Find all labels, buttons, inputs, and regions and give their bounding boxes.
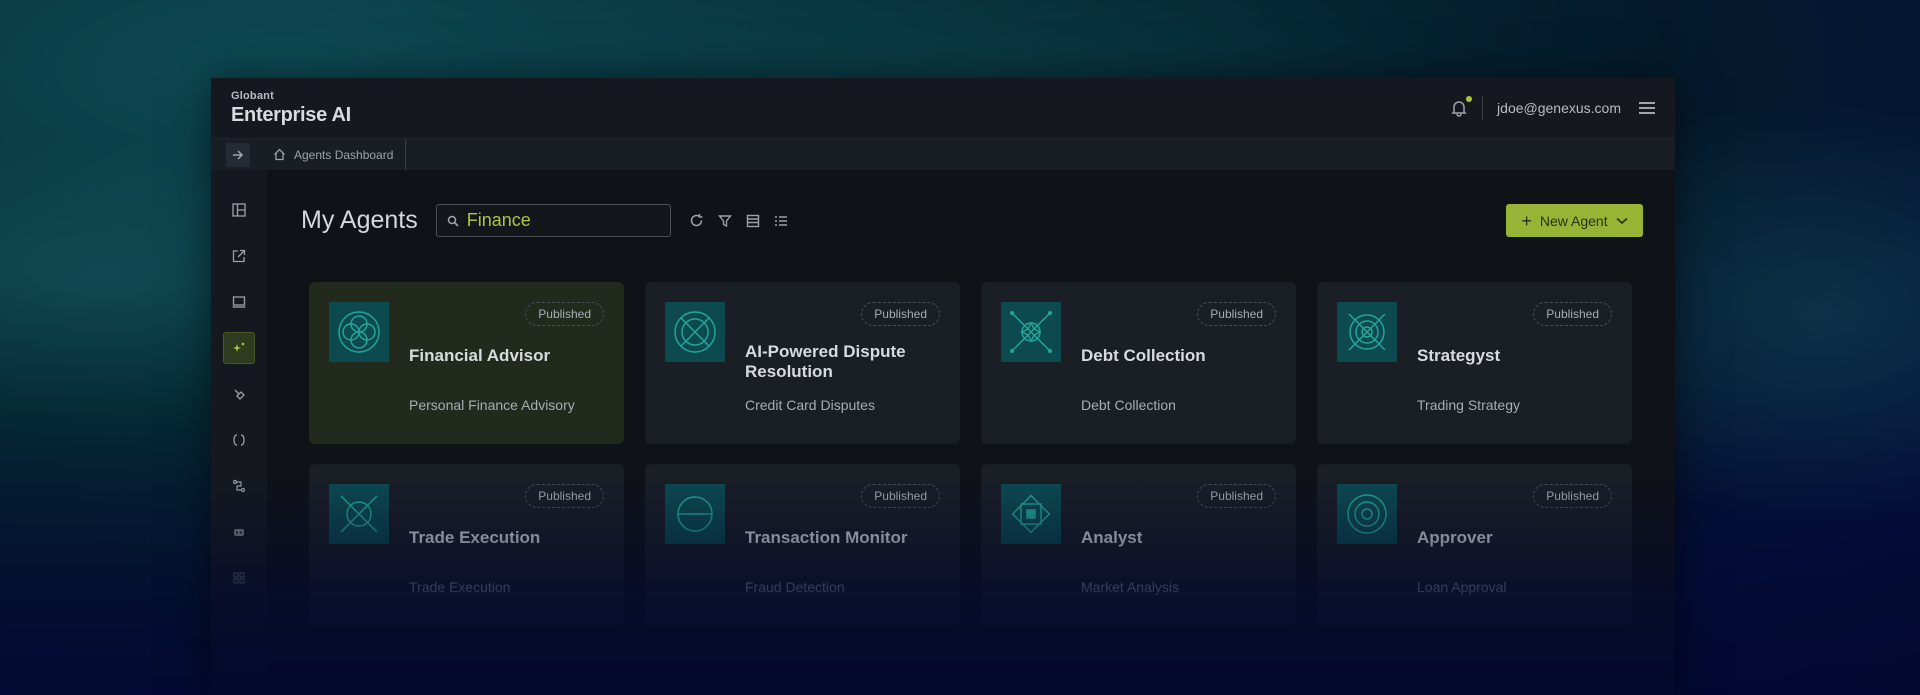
- notification-dot: [1466, 96, 1473, 102]
- chevron-down-icon: [1616, 217, 1628, 224]
- status-badge: Published: [525, 484, 604, 508]
- app-window: Globant Enterprise AI jdoe@genexus.com A…: [211, 78, 1675, 695]
- dashboard-icon: [232, 203, 246, 217]
- card-subtitle: Personal Finance Advisory: [409, 397, 575, 413]
- sidebar-item-monitor[interactable]: [223, 286, 255, 318]
- card-title: AI-Powered Dispute Resolution: [745, 342, 906, 381]
- card-subtitle: Trade Execution: [409, 579, 511, 595]
- sidebar-item-external[interactable]: [223, 240, 255, 272]
- agent-card[interactable]: Published AI-Powered Dispute Resolution …: [645, 282, 960, 444]
- card-subtitle: Trading Strategy: [1417, 397, 1520, 413]
- refresh-icon[interactable]: [689, 213, 705, 229]
- page-title: My Agents: [301, 206, 418, 234]
- search-box[interactable]: [435, 204, 671, 237]
- status-badge: Published: [1197, 484, 1276, 508]
- agent-card[interactable]: Published Strategyst Trading Strategy: [1317, 282, 1632, 444]
- card-title: Transaction Monitor: [745, 528, 908, 547]
- sidebar-item-tools[interactable]: [223, 378, 255, 410]
- search-input[interactable]: [466, 210, 647, 231]
- sidebar-item-more[interactable]: [223, 562, 255, 594]
- bell-icon[interactable]: [1450, 96, 1473, 117]
- concentric-icon: [1337, 484, 1397, 544]
- agents-grid: Published Financial Advisor Personal Fin…: [309, 282, 1632, 626]
- brand-company: Globant: [231, 90, 274, 102]
- monitor-icon: [232, 296, 246, 308]
- agent-card[interactable]: Published Transaction Monitor Fraud Dete…: [645, 464, 960, 626]
- spiral-icon: [665, 484, 725, 544]
- brand-logo: Globant Enterprise AI: [231, 90, 351, 126]
- card-subtitle: Credit Card Disputes: [745, 397, 875, 413]
- user-email[interactable]: jdoe@genexus.com: [1497, 100, 1621, 116]
- brand-product: Enterprise AI: [231, 104, 351, 126]
- grid-icon: [233, 572, 245, 584]
- star-cross-icon: [1001, 302, 1061, 362]
- filter-icon[interactable]: [717, 213, 733, 229]
- menu-icon[interactable]: [1639, 102, 1655, 114]
- agent-card[interactable]: Published Analyst Market Analysis: [981, 464, 1296, 626]
- tools-icon: [234, 389, 245, 400]
- sidebar-item-code[interactable]: [223, 424, 255, 456]
- status-badge: Published: [1533, 484, 1612, 508]
- agent-card[interactable]: Published Trade Execution Trade Executio…: [309, 464, 624, 626]
- home-icon: [274, 148, 285, 161]
- status-badge: Published: [861, 302, 940, 326]
- expand-sidebar-button[interactable]: [226, 142, 250, 167]
- arrow-right-icon: [233, 149, 244, 160]
- breadcrumb-label: Agents Dashboard: [294, 147, 394, 162]
- card-subtitle: Market Analysis: [1081, 579, 1180, 595]
- sidebar-item-flows[interactable]: [223, 470, 255, 502]
- external-link-icon: [232, 249, 246, 263]
- card-title: Analyst: [1081, 528, 1143, 547]
- card-title: Trade Execution: [409, 528, 541, 547]
- card-subtitle: Loan Approval: [1417, 579, 1507, 595]
- card-title: Financial Advisor: [409, 346, 551, 365]
- card-subtitle: Debt Collection: [1081, 397, 1176, 413]
- status-badge: Published: [525, 302, 604, 326]
- code-brackets-icon: [233, 434, 245, 446]
- breadcrumb-bar: Agents Dashboard: [211, 138, 1675, 171]
- chip-icon: [1001, 484, 1061, 544]
- plus-icon: +: [1521, 210, 1532, 231]
- breadcrumb[interactable]: Agents Dashboard: [273, 138, 407, 171]
- toolbar: My Agents + New: [301, 204, 1643, 237]
- divider: [1482, 96, 1484, 120]
- cross-arrows-icon: [329, 484, 389, 544]
- search-icon: [447, 215, 459, 227]
- main-content: My Agents + New: [267, 170, 1675, 695]
- flow-icon: [232, 479, 246, 493]
- target-cross-icon: [1337, 302, 1397, 362]
- new-agent-label: New Agent: [1539, 212, 1608, 229]
- list-view-icon[interactable]: [773, 213, 789, 229]
- sidebar-item-dashboard[interactable]: [223, 194, 255, 226]
- top-bar: Globant Enterprise AI jdoe@genexus.com: [211, 78, 1675, 138]
- agent-card[interactable]: Published Financial Advisor Personal Fin…: [309, 282, 624, 444]
- card-title: Debt Collection: [1081, 346, 1206, 365]
- card-subtitle: Fraud Detection: [745, 579, 845, 595]
- status-badge: Published: [861, 484, 940, 508]
- status-badge: Published: [1533, 302, 1612, 326]
- sidebar-item-agents[interactable]: [223, 332, 255, 364]
- card-title: Strategyst: [1417, 346, 1501, 365]
- agents-sparkle-icon: [233, 342, 245, 352]
- new-agent-button[interactable]: + New Agent: [1506, 204, 1643, 237]
- status-badge: Published: [1197, 302, 1276, 326]
- sidebar: [211, 170, 267, 695]
- agent-card[interactable]: Published Debt Collection Debt Collectio…: [981, 282, 1296, 444]
- card-title: Approver: [1417, 528, 1493, 547]
- rings-icon: [329, 302, 389, 362]
- card-view-icon[interactable]: [745, 213, 761, 229]
- agent-card[interactable]: Published Approver Loan Approval: [1317, 464, 1632, 626]
- crossed-circle-icon: [665, 302, 725, 362]
- sidebar-item-assistants[interactable]: [223, 516, 255, 548]
- robot-icon: [234, 529, 244, 536]
